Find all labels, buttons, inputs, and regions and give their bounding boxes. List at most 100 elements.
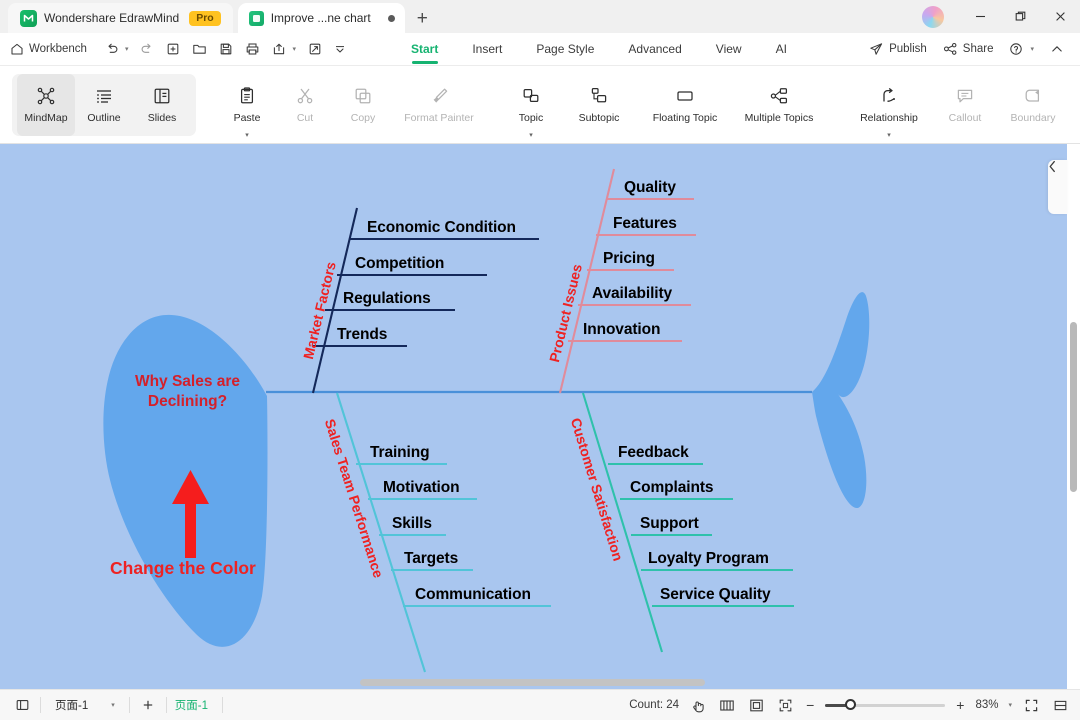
unsaved-indicator[interactable] [387, 14, 395, 22]
save-button[interactable] [213, 36, 239, 62]
publish-button[interactable]: Publish [863, 42, 933, 56]
import-button[interactable] [302, 36, 328, 62]
new-tab-button[interactable]: + [405, 5, 440, 33]
close-button[interactable] [1040, 0, 1080, 33]
zoom-slider-handle[interactable] [845, 699, 857, 710]
open-folder-icon [193, 44, 207, 54]
topic-button[interactable]: Topic ▾ [502, 74, 560, 139]
cause-label-communication[interactable]: Communication [415, 586, 531, 604]
mindmap-button[interactable]: MindMap [17, 73, 75, 136]
cause-label-trends[interactable]: Trends [337, 326, 387, 344]
active-page-tab[interactable]: 页面-1 [175, 697, 208, 713]
zoom-in-button[interactable]: + [954, 697, 966, 713]
new-file-button[interactable] [160, 36, 186, 62]
tab-page-style[interactable]: Page Style [519, 33, 611, 66]
cause-label-complaints[interactable]: Complaints [630, 479, 714, 497]
zoom-slider[interactable] [825, 699, 946, 710]
cause-label-competition[interactable]: Competition [355, 255, 444, 273]
cause-label-regulations[interactable]: Regulations [343, 290, 431, 308]
cause-label-service-quality[interactable]: Service Quality [660, 586, 771, 604]
cause-label-pricing[interactable]: Pricing [603, 250, 655, 268]
export-caret[interactable]: ▾ [292, 45, 296, 53]
print-button[interactable] [239, 36, 266, 62]
document-tab[interactable]: Improve ...ne chart [237, 3, 405, 33]
multiple-topics-button[interactable]: Multiple Topics [732, 74, 826, 136]
hand-tool-button[interactable] [688, 695, 708, 715]
cause-label-support[interactable]: Support [640, 515, 699, 533]
fit-page-button[interactable] [746, 695, 766, 715]
cause-label-loyalty-program[interactable]: Loyalty Program [648, 550, 769, 568]
tab-advanced[interactable]: Advanced [611, 33, 698, 66]
page-selector-caret[interactable]: ▾ [111, 701, 115, 709]
workbench-label: Workbench [29, 43, 87, 55]
zoom-level-caret[interactable]: ▾ [1008, 701, 1012, 709]
topic-dropdown-caret[interactable]: ▾ [529, 131, 533, 139]
page-selector[interactable]: 页面-1 ▾ [49, 697, 121, 713]
collapse-ribbon-button[interactable] [1044, 42, 1070, 56]
relationship-button[interactable]: Relationship ▾ [842, 74, 936, 139]
open-file-button[interactable] [186, 36, 213, 62]
paste-icon [237, 85, 257, 107]
relationship-dropdown-caret[interactable]: ▾ [887, 131, 891, 139]
cause-label-economic-condition[interactable]: Economic Condition [367, 219, 516, 237]
fish-tail-shape [812, 292, 870, 509]
topic-label: Topic [518, 112, 544, 124]
workbench-button[interactable]: Workbench [0, 36, 99, 62]
slides-button[interactable]: Slides [133, 74, 191, 136]
more-options-button[interactable] [328, 36, 352, 62]
boundary-label: Boundary [1010, 112, 1056, 124]
cut-button: Cut [276, 74, 334, 136]
status-bar: 页面-1 ▾ 页面-1 Count: 24 − + 83% ▾ [0, 689, 1080, 720]
fullscreen-button[interactable] [775, 695, 795, 715]
print-icon [247, 43, 259, 55]
fit-screen-button[interactable] [1021, 695, 1041, 715]
cause-label-feedback[interactable]: Feedback [618, 444, 689, 462]
paste-dropdown-caret[interactable]: ▾ [245, 131, 249, 139]
cause-label-innovation[interactable]: Innovation [583, 321, 660, 339]
book-view-button[interactable] [717, 695, 737, 715]
tab-insert[interactable]: Insert [455, 33, 519, 66]
tab-view[interactable]: View [699, 33, 759, 66]
redo-button[interactable] [134, 36, 160, 62]
tab-start[interactable]: Start [394, 33, 455, 66]
help-button[interactable]: ▾ [1003, 42, 1040, 56]
copy-icon [353, 85, 373, 107]
window-mode-button[interactable] [1050, 695, 1070, 715]
export-button[interactable]: ▾ [266, 36, 302, 62]
chevron-up-icon [1052, 46, 1062, 52]
add-page-button[interactable] [138, 695, 158, 715]
zoom-level[interactable]: 83% [975, 699, 998, 711]
maximize-button[interactable] [1000, 0, 1040, 33]
panel-toggle-button[interactable] [12, 695, 32, 715]
cause-label-availability[interactable]: Availability [592, 285, 672, 303]
vertical-scrollbar[interactable] [1070, 322, 1077, 492]
cause-label-quality[interactable]: Quality [624, 179, 676, 197]
outline-button[interactable]: Outline [75, 74, 133, 136]
horizontal-scrollbar[interactable] [360, 679, 705, 686]
save-icon [221, 43, 232, 55]
tab-ai[interactable]: AI [759, 33, 804, 66]
cause-label-features[interactable]: Features [613, 215, 677, 233]
title-bar: Wondershare EdrawMind Pro Improve ...ne … [0, 0, 1080, 33]
cause-label-training[interactable]: Training [370, 444, 430, 462]
user-avatar[interactable] [922, 5, 944, 28]
ribbon-group-clipboard: Paste ▾ Cut Copy Format Painter [218, 66, 486, 144]
undo-caret[interactable]: ▾ [125, 45, 129, 53]
undo-button[interactable]: ▾ [99, 36, 135, 62]
cause-label-skills[interactable]: Skills [392, 515, 432, 533]
zoom-out-button[interactable]: − [804, 697, 816, 713]
minimize-button[interactable] [960, 0, 1000, 33]
help-caret[interactable]: ▾ [1030, 45, 1034, 53]
side-panel-toggle[interactable] [1048, 160, 1067, 214]
cause-label-targets[interactable]: Targets [404, 550, 458, 568]
hand-tool-icon [692, 701, 704, 712]
floating-topic-button[interactable]: Floating Topic [638, 74, 732, 136]
app-tab[interactable]: Wondershare EdrawMind Pro [8, 3, 233, 33]
ribbon-group-view: MindMap Outline Slides [12, 73, 196, 136]
cause-label-motivation[interactable]: Motivation [383, 479, 460, 497]
fish-head-title-line2: Declining? [147, 393, 228, 410]
paste-button[interactable]: Paste ▾ [218, 74, 276, 139]
diagram-canvas[interactable]: Why Sales are Declining? Market Factors … [0, 144, 1080, 689]
share-button[interactable]: Share [937, 42, 1000, 56]
subtopic-button[interactable]: Subtopic [560, 74, 638, 136]
